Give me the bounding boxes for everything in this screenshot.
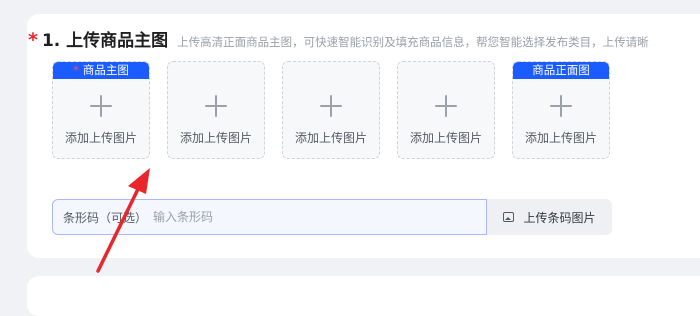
tile-label: 添加上传图片	[409, 131, 482, 145]
upload-barcode-image-button[interactable]: 上传条码图片	[487, 199, 612, 235]
tile-label: 添加上传图片	[64, 131, 137, 145]
upload-tile-2[interactable]: 添加上传图片	[167, 61, 265, 159]
tile-label: 添加上传图片	[524, 131, 597, 145]
image-icon	[503, 212, 515, 222]
barcode-input[interactable]	[153, 210, 434, 224]
upload-barcode-image-label: 上传条码图片	[523, 210, 596, 225]
badge-label: 商品正面图	[532, 63, 590, 77]
barcode-field[interactable]: 条形码（可选）	[52, 199, 487, 235]
barcode-label: 条形码（可选）	[63, 210, 148, 225]
tile-label: 添加上传图片	[294, 131, 367, 145]
upload-tile-main-image[interactable]: * 商品主图 添加上传图片	[52, 61, 150, 159]
plus-icon	[90, 95, 112, 117]
tile-label: 添加上传图片	[179, 131, 252, 145]
section-subtitle: 上传高清正面商品主图，可快速智能识别及填充商品信息，帮您智能选择发布类目，上传请…	[177, 35, 649, 49]
plus-icon	[320, 95, 342, 117]
upload-tile-4[interactable]: 添加上传图片	[397, 61, 495, 159]
section-header: * 1. 上传商品主图 上传高清正面商品主图，可快速智能识别及填充商品信息，帮您…	[28, 26, 649, 51]
plus-icon	[435, 95, 457, 117]
tile-badge-front-image: 商品正面图	[513, 62, 609, 79]
section-title: 1. 上传商品主图	[41, 31, 169, 51]
next-section-card	[27, 276, 700, 316]
required-mark: *	[28, 29, 38, 51]
plus-icon	[550, 95, 572, 117]
upload-tile-3[interactable]: 添加上传图片	[282, 61, 380, 159]
tile-badge-main-image: * 商品主图	[53, 62, 149, 79]
upload-tile-front-image[interactable]: 商品正面图 添加上传图片	[512, 61, 610, 159]
plus-icon	[205, 95, 227, 117]
badge-required-mark: *	[73, 63, 79, 77]
badge-label: 商品主图	[82, 63, 129, 77]
